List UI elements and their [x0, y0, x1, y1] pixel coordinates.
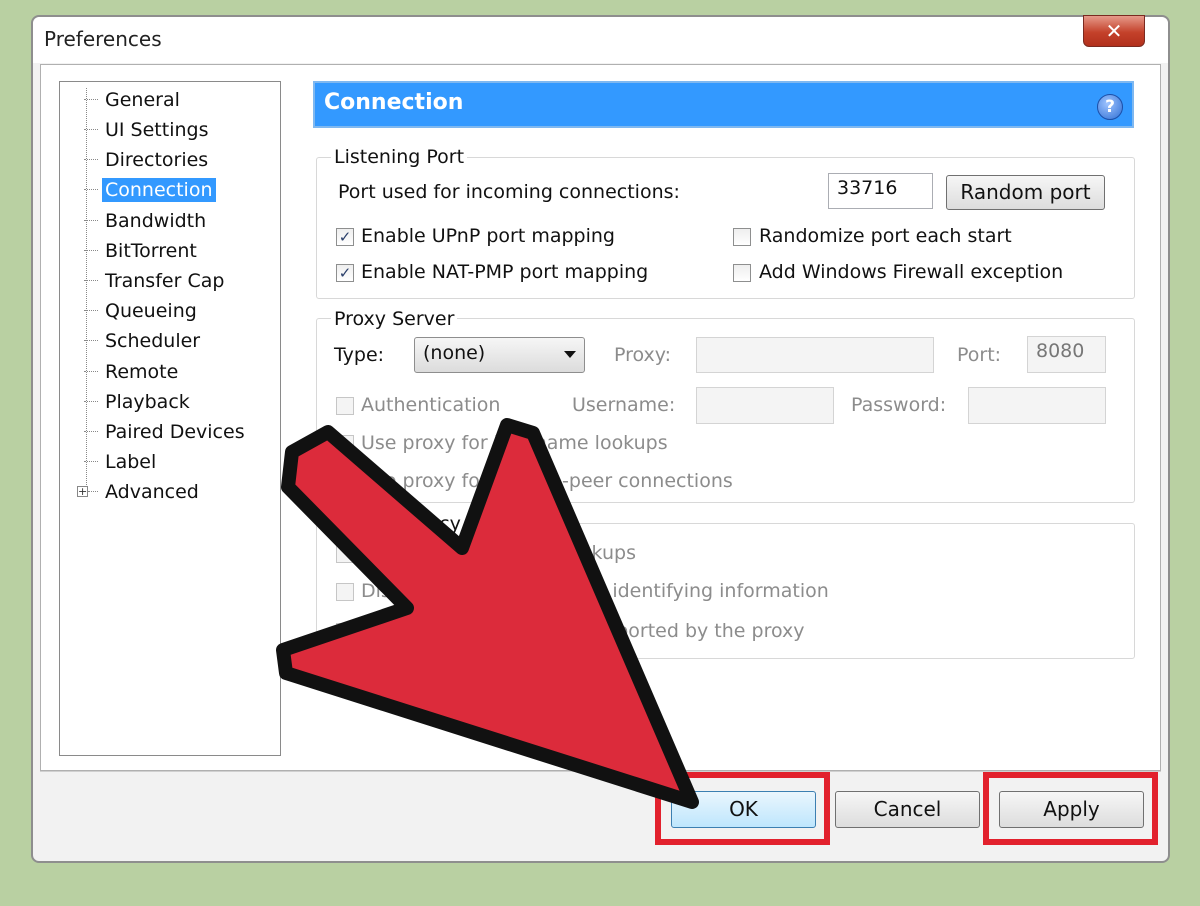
- red-arrow-overlay: [0, 0, 1200, 906]
- pointer-arrow-icon: [283, 425, 692, 802]
